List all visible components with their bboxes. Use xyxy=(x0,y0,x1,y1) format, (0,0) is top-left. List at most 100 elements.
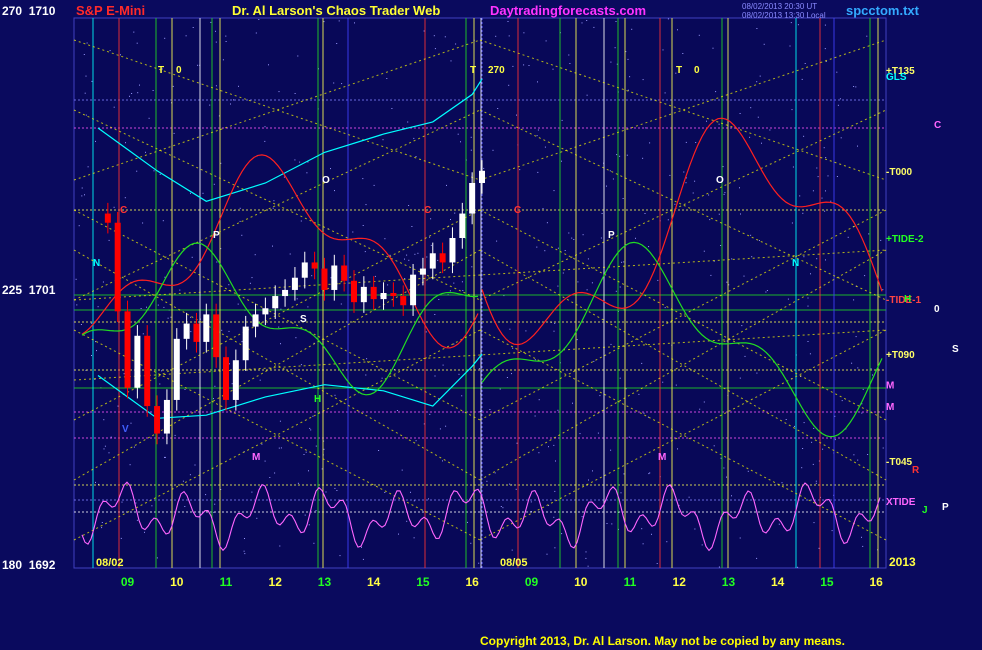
star-dot xyxy=(837,104,839,106)
right-level-label: GLS xyxy=(886,72,907,83)
star-dot xyxy=(804,63,806,64)
star-dot xyxy=(415,440,417,442)
star-dot xyxy=(557,285,559,287)
star-dot xyxy=(308,524,310,526)
star-dot xyxy=(151,505,153,507)
star-dot xyxy=(588,479,589,481)
star-dot xyxy=(841,400,843,402)
star-dot xyxy=(414,253,416,255)
star-dot xyxy=(601,213,603,214)
planet-label: C xyxy=(120,205,127,216)
star-dot xyxy=(478,368,480,370)
price-bar-body xyxy=(439,253,446,263)
star-dot xyxy=(626,154,628,156)
price-bar-body xyxy=(469,183,476,214)
star-dot xyxy=(629,76,631,78)
star-dot xyxy=(299,161,301,163)
star-dot xyxy=(537,129,539,131)
star-dot xyxy=(404,258,405,260)
star-dot xyxy=(91,355,92,356)
price-bar-body xyxy=(410,274,417,306)
star-dot xyxy=(241,341,243,343)
star-dot xyxy=(830,200,832,202)
star-dot xyxy=(228,284,230,286)
star-dot xyxy=(404,278,406,279)
star-dot xyxy=(552,68,554,70)
star-dot xyxy=(453,343,455,345)
star-dot xyxy=(159,383,161,385)
planet-label: T xyxy=(676,65,682,76)
price-bar-body xyxy=(419,268,426,275)
star-dot xyxy=(534,359,536,361)
x-tick-label: 09 xyxy=(525,575,539,589)
star-dot xyxy=(340,303,342,305)
price-bar-body xyxy=(154,406,161,434)
planet-label: H xyxy=(904,294,911,305)
star-dot xyxy=(425,331,427,333)
star-dot xyxy=(497,108,499,109)
star-dot xyxy=(756,28,758,29)
price-bar-body xyxy=(301,262,308,278)
star-dot xyxy=(164,456,166,458)
star-dot xyxy=(450,219,451,220)
star-dot xyxy=(334,394,336,396)
star-dot xyxy=(461,395,463,397)
star-dot xyxy=(579,433,581,435)
star-dot xyxy=(857,145,858,147)
star-dot xyxy=(125,142,126,144)
star-dot xyxy=(824,210,826,212)
star-dot xyxy=(460,141,461,143)
star-dot xyxy=(95,341,96,343)
star-dot xyxy=(172,85,174,87)
x-tick-label: 12 xyxy=(673,575,687,589)
star-dot xyxy=(824,24,826,26)
star-dot xyxy=(162,220,164,222)
star-dot xyxy=(612,178,614,180)
star-dot xyxy=(857,459,859,461)
star-dot xyxy=(429,236,431,238)
star-dot xyxy=(853,454,855,456)
planet-label: T xyxy=(158,65,164,76)
star-dot xyxy=(229,363,230,365)
star-dot xyxy=(304,514,306,516)
star-dot xyxy=(794,425,795,427)
star-dot xyxy=(723,467,725,469)
star-dot xyxy=(811,441,813,443)
star-dot xyxy=(434,314,436,315)
site-link[interactable]: Daytradingforecasts.com xyxy=(490,3,646,18)
star-dot xyxy=(861,536,862,538)
star-dot xyxy=(137,92,139,94)
planet-label: C xyxy=(514,205,521,216)
star-dot xyxy=(694,180,696,182)
star-dot xyxy=(818,547,820,549)
star-dot xyxy=(95,140,96,142)
star-dot xyxy=(233,99,234,101)
star-dot xyxy=(816,258,818,260)
star-dot xyxy=(489,409,491,410)
star-dot xyxy=(666,541,668,543)
star-dot xyxy=(190,316,192,318)
x-tick-label: 15 xyxy=(820,575,834,589)
star-dot xyxy=(295,337,297,339)
star-dot xyxy=(272,207,274,209)
star-dot xyxy=(309,427,311,429)
star-dot xyxy=(300,220,302,222)
price-bar-body xyxy=(479,170,485,183)
star-dot xyxy=(135,502,137,504)
star-dot xyxy=(163,306,165,308)
star-dot xyxy=(406,254,408,256)
star-dot xyxy=(741,325,743,327)
price-bar-body xyxy=(360,286,367,303)
star-dot xyxy=(763,43,765,45)
planet-label: R xyxy=(912,465,920,476)
x-tick-label: 16 xyxy=(869,575,883,589)
star-dot xyxy=(386,78,388,79)
star-dot xyxy=(310,429,312,431)
star-dot xyxy=(519,169,521,171)
star-dot xyxy=(822,448,824,450)
star-dot xyxy=(264,140,266,142)
star-dot xyxy=(792,166,794,168)
star-dot xyxy=(615,290,617,292)
star-dot xyxy=(622,198,624,199)
star-dot xyxy=(785,419,787,420)
